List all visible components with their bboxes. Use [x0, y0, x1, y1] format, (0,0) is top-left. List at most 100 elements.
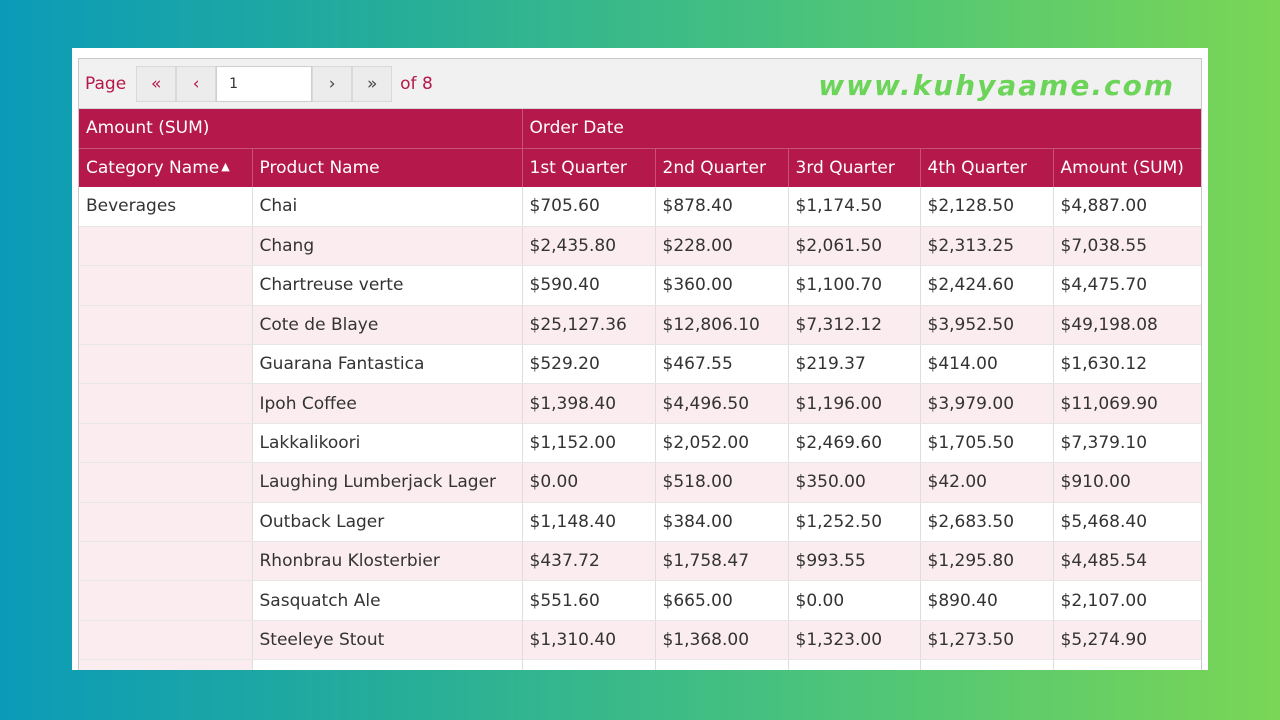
value-cell: $228.00	[655, 226, 789, 267]
value-cell: $42.00	[920, 462, 1054, 503]
value-cell: $3,952.50	[920, 305, 1054, 346]
product-cell: Laughing Lumberjack Lager	[252, 462, 523, 503]
product-cell: Rhonbrau Klosterbier	[252, 541, 523, 582]
table-row: Outback Lager $1,148.40 $384.00 $1,252.50 $2…	[79, 502, 1201, 543]
page-number-input[interactable]	[216, 65, 313, 102]
product-cell: Chang	[252, 226, 523, 267]
value-cell: $1,368.00	[655, 620, 789, 661]
table-row	[79, 659, 1201, 670]
q2-header[interactable]: 2nd Quarter	[655, 147, 789, 187]
table-row: Steeleye Stout $1,310.40 $1,368.00 $1,323.0…	[79, 620, 1201, 661]
value-cell: $1,295.80	[920, 541, 1054, 582]
product-name-header[interactable]: Product Name	[252, 147, 523, 187]
table-row: Lakkalikoori $1,152.00 $2,052.00 $2,469.60 $…	[79, 423, 1201, 464]
table-row: Chang $2,435.80 $228.00 $2,061.50 $2,313.25 $…	[79, 226, 1201, 267]
value-cell: $414.00	[920, 344, 1054, 385]
table-row: Chartreuse verte $590.40 $360.00 $1,100.70 $…	[79, 265, 1201, 306]
table-row: Laughing Lumberjack Lager $0.00 $518.00 $35…	[79, 462, 1201, 503]
category-cell	[79, 305, 253, 346]
value-cell: $350.00	[788, 462, 921, 503]
value-cell: $2,107.00	[1053, 580, 1201, 621]
value-cell: $11,069.90	[1053, 383, 1201, 424]
product-cell: Steeleye Stout	[252, 620, 523, 661]
value-cell: $1,196.00	[788, 383, 921, 424]
value-cell: $1,323.00	[788, 620, 921, 661]
table-row: Sasquatch Ale $551.60 $665.00 $0.00 $890.40 $…	[79, 580, 1201, 621]
category-cell	[79, 541, 253, 582]
table-row: Ipoh Coffee $1,398.40 $4,496.50 $1,196.00 $3…	[79, 383, 1201, 424]
data-field-header[interactable]: Amount (SUM)	[79, 109, 523, 148]
value-cell	[788, 659, 921, 670]
value-cell: $2,424.60	[920, 265, 1054, 306]
value-cell: $7,379.10	[1053, 423, 1201, 464]
category-cell	[79, 423, 253, 464]
page-count-label: of 8	[400, 73, 433, 94]
q4-header[interactable]: 4th Quarter	[920, 147, 1054, 187]
pivot-table: Amount (SUM) Order Date Category Name ▲ P…	[79, 109, 1201, 670]
value-cell: $384.00	[655, 502, 789, 543]
value-cell: $49,198.08	[1053, 305, 1201, 346]
value-cell: $665.00	[655, 580, 789, 621]
value-cell: $518.00	[655, 462, 789, 503]
category-name-header[interactable]: Category Name ▲	[79, 147, 253, 187]
product-cell: Guarana Fantastica	[252, 344, 523, 385]
value-cell: $2,128.50	[920, 187, 1054, 227]
value-cell	[920, 659, 1054, 670]
category-cell	[79, 383, 253, 424]
value-cell: $7,038.55	[1053, 226, 1201, 267]
value-cell: $1,174.50	[788, 187, 921, 227]
value-cell: $2,683.50	[920, 502, 1054, 543]
category-cell	[79, 580, 253, 621]
q1-header[interactable]: 1st Quarter	[522, 147, 656, 187]
value-cell: $4,485.54	[1053, 541, 1201, 582]
product-cell: Chai	[252, 187, 523, 227]
value-cell: $2,435.80	[522, 226, 656, 267]
first-page-button[interactable]: «	[136, 65, 177, 102]
table-row: Rhonbrau Klosterbier $437.72 $1,758.47 $993…	[79, 541, 1201, 582]
table-body: Beverages Chai $705.60 $878.40 $1,174.50 $2,1…	[79, 187, 1201, 670]
table-row: Cote de Blaye $25,127.36 $12,806.10 $7,312.…	[79, 305, 1201, 346]
table-row: Beverages Chai $705.60 $878.40 $1,174.50 $2,1…	[79, 187, 1201, 227]
product-cell: Ipoh Coffee	[252, 383, 523, 424]
category-cell	[79, 502, 253, 543]
category-cell: Beverages	[79, 187, 253, 227]
watermark: www.kuhyaame.com	[818, 69, 1175, 102]
chevron-left-icon: ‹	[192, 73, 200, 94]
value-cell: $1,273.50	[920, 620, 1054, 661]
product-cell	[252, 659, 523, 670]
value-cell: $1,630.12	[1053, 344, 1201, 385]
sort-ascending-icon: ▲	[221, 159, 230, 173]
value-cell: $360.00	[655, 265, 789, 306]
category-cell	[79, 620, 253, 661]
value-cell: $1,148.40	[522, 502, 656, 543]
double-chevron-right-icon: »	[366, 73, 378, 94]
q3-header[interactable]: 3rd Quarter	[788, 147, 921, 187]
category-cell	[79, 659, 253, 670]
product-cell: Sasquatch Ale	[252, 580, 523, 621]
value-cell: $1,705.50	[920, 423, 1054, 464]
value-cell: $4,496.50	[655, 383, 789, 424]
value-cell: $1,152.00	[522, 423, 656, 464]
value-cell: $4,475.70	[1053, 265, 1201, 306]
value-cell: $1,252.50	[788, 502, 921, 543]
category-cell	[79, 462, 253, 503]
value-cell: $705.60	[522, 187, 656, 227]
value-cell	[655, 659, 789, 670]
prev-page-button[interactable]: ‹	[176, 65, 217, 102]
product-cell: Chartreuse verte	[252, 265, 523, 306]
product-cell: Cote de Blaye	[252, 305, 523, 346]
value-cell: $12,806.10	[655, 305, 789, 346]
value-cell: $3,979.00	[920, 383, 1054, 424]
value-cell: $890.40	[920, 580, 1054, 621]
next-page-button[interactable]: ›	[312, 65, 353, 102]
value-cell: $5,274.90	[1053, 620, 1201, 661]
value-cell: $2,052.00	[655, 423, 789, 464]
category-cell	[79, 344, 253, 385]
last-page-button[interactable]: »	[352, 65, 393, 102]
pager-bar: Page « ‹ › » of 8 www.kuhyaame.com	[79, 59, 1201, 109]
value-cell: $2,469.60	[788, 423, 921, 464]
value-cell: $1,310.40	[522, 620, 656, 661]
value-cell: $1,758.47	[655, 541, 789, 582]
total-header[interactable]: Amount (SUM)	[1053, 147, 1201, 187]
column-field-header[interactable]: Order Date	[522, 109, 1201, 148]
